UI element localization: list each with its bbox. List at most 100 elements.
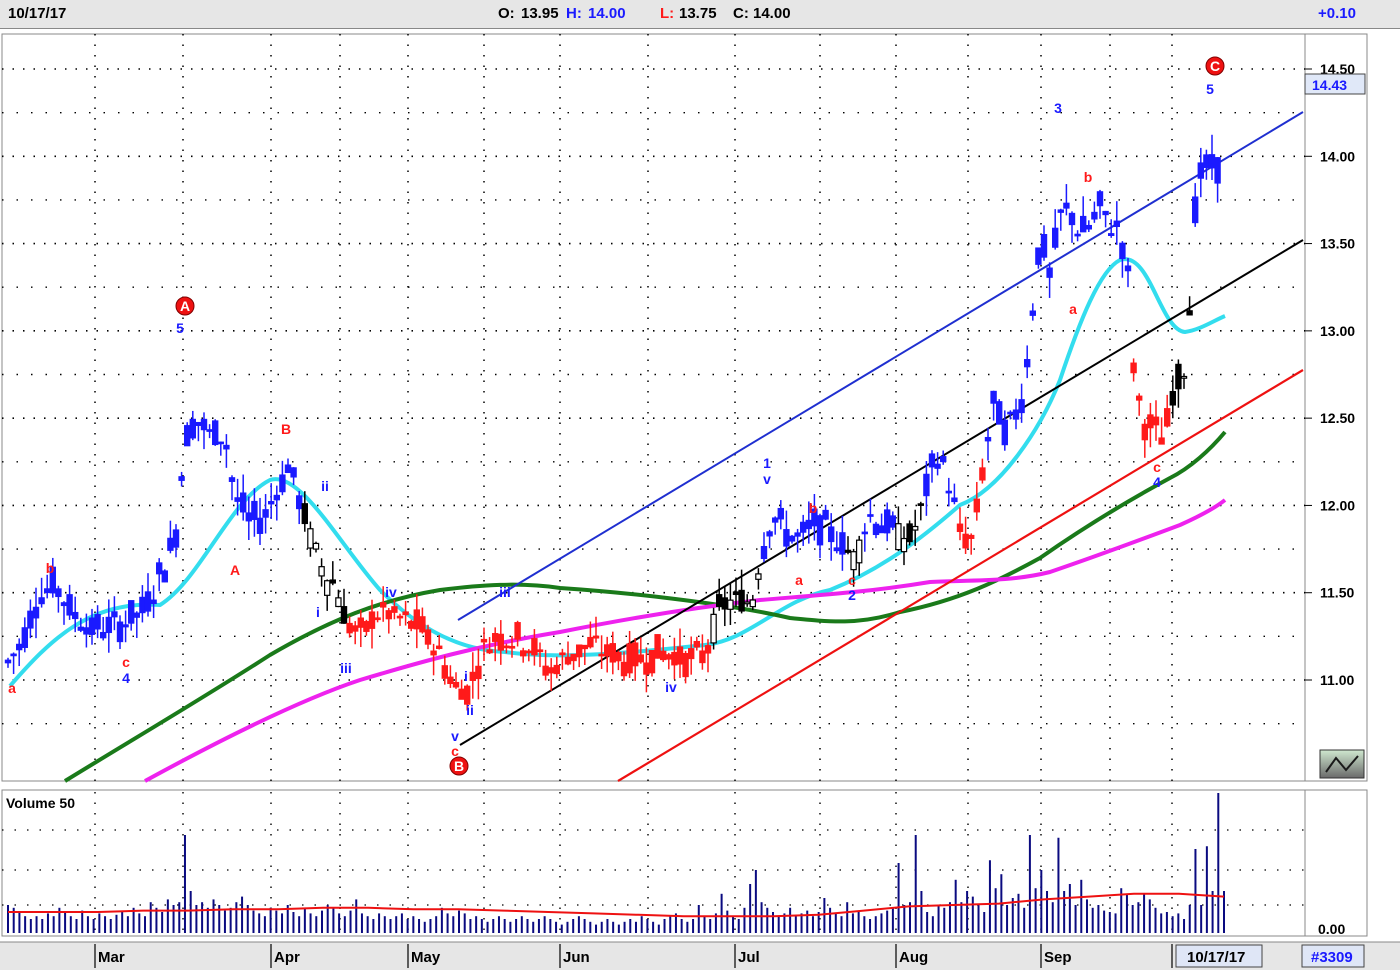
candle-body — [1141, 423, 1148, 441]
current-date-label: 10/17/17 — [1187, 949, 1245, 966]
candle-body — [184, 425, 191, 447]
candle-body — [139, 596, 146, 614]
wave-label: iv — [385, 584, 397, 600]
candle-body — [385, 610, 393, 620]
candle-body — [794, 532, 801, 537]
price-chart[interactable]: abc4A5ABiiiiiiiv iiiviiicB1vivba c23bac4C5… — [0, 0, 1400, 970]
candle-body — [363, 621, 370, 632]
candle-body — [1197, 162, 1204, 179]
candle-body — [603, 644, 611, 657]
candle-body — [318, 566, 325, 577]
month-label: Sep — [1044, 949, 1072, 966]
candle-body — [1040, 234, 1048, 258]
candle-body — [150, 599, 157, 605]
candle-body — [939, 456, 947, 463]
wave-label: c — [122, 654, 130, 670]
wave-label: iii — [499, 584, 511, 600]
candle-body — [128, 600, 135, 624]
candle-body — [1175, 363, 1182, 390]
candle-body — [805, 519, 813, 530]
candle-body — [492, 633, 499, 642]
wave-label: iii — [340, 660, 352, 676]
candle-body — [587, 636, 594, 648]
candle-body — [575, 644, 583, 658]
candle-body — [760, 546, 768, 560]
candle-body — [1057, 209, 1064, 213]
candle-body — [749, 599, 757, 608]
candle-body — [60, 602, 68, 607]
candle-body — [951, 497, 958, 503]
candle-body — [592, 635, 600, 639]
candle-body — [659, 650, 667, 661]
candle-body — [1147, 414, 1154, 429]
candle-body — [357, 617, 365, 628]
volume-axis-zero: 0.00 — [1318, 921, 1345, 937]
candle-body — [458, 688, 465, 700]
candle-body — [66, 594, 73, 616]
candle-body — [1029, 310, 1036, 316]
candle-body — [4, 659, 12, 664]
candle-body — [519, 650, 527, 657]
wave-label: 1 — [763, 455, 771, 471]
candle-body — [1018, 399, 1025, 414]
candle-body — [867, 514, 874, 517]
candle-body — [503, 645, 510, 649]
candle-body — [743, 601, 751, 605]
candle-body — [928, 453, 936, 468]
candle-body — [38, 597, 45, 605]
wave-label: 5 — [176, 320, 184, 336]
candle-body — [441, 665, 449, 679]
candle-body — [799, 521, 807, 533]
candle-body — [105, 616, 112, 634]
candle-body — [1163, 408, 1171, 427]
candle-body — [189, 418, 196, 439]
candle-body — [995, 401, 1003, 425]
candle-body — [452, 681, 460, 688]
candle-body — [766, 531, 773, 537]
candle-body — [525, 650, 533, 654]
candle-body — [83, 627, 90, 635]
candle-body — [727, 599, 734, 610]
candle-body — [262, 509, 269, 518]
candle-body — [200, 418, 208, 431]
candle-body — [923, 473, 930, 497]
candle-body — [419, 616, 426, 633]
candle-body — [240, 492, 247, 513]
candle-body — [721, 597, 729, 610]
candle-body — [324, 580, 331, 596]
candle-body — [1203, 154, 1210, 168]
candle-body — [99, 631, 107, 639]
candle-body — [547, 667, 555, 674]
wave-label: 4 — [1153, 474, 1161, 490]
candle-body — [1074, 233, 1081, 237]
candle-body — [1096, 191, 1104, 207]
wave-label: ii — [321, 478, 329, 494]
wave-label: i — [316, 604, 320, 620]
month-label: Mar — [98, 949, 125, 966]
candle-body — [1085, 224, 1092, 230]
candle-body — [850, 551, 857, 571]
candle-body — [234, 497, 241, 502]
candle-body — [827, 526, 835, 543]
wave-marker-label: B — [454, 758, 464, 774]
wave-label: b — [1084, 169, 1093, 185]
candle-body — [380, 602, 387, 608]
candle-body — [704, 645, 712, 654]
y-tick-label: 13.00 — [1320, 323, 1355, 339]
candle-body — [396, 615, 404, 619]
candle-body — [43, 588, 51, 594]
candle-body — [1079, 215, 1087, 233]
candle-body — [777, 507, 785, 520]
candle-body — [1130, 362, 1137, 374]
candle-body — [195, 421, 202, 426]
candle-body — [340, 606, 348, 624]
candle-body — [279, 474, 286, 493]
candle-body — [368, 611, 376, 629]
candle-body — [1023, 359, 1031, 368]
candle-body — [408, 620, 415, 629]
candle-body — [1124, 265, 1132, 272]
candle-body — [144, 591, 152, 612]
candle-body — [654, 634, 661, 659]
candle-body — [172, 529, 180, 548]
candle-body — [16, 643, 23, 651]
